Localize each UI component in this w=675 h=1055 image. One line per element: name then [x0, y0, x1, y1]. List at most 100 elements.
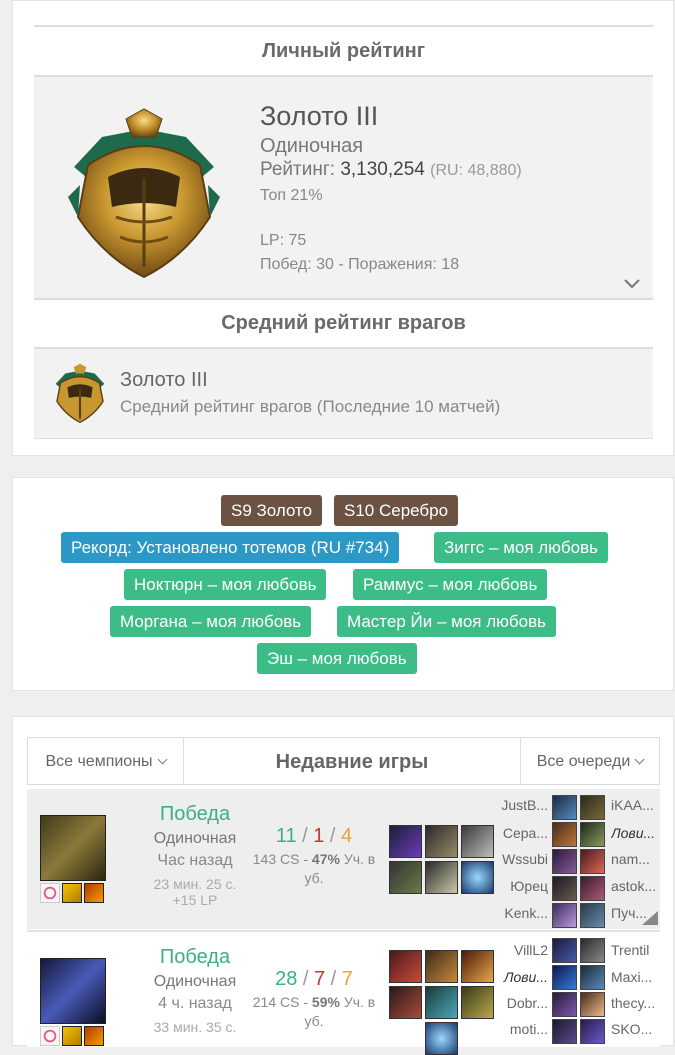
- item-icon: [461, 986, 494, 1019]
- player-champion-icon: [552, 795, 577, 820]
- kill-participation: 47%: [311, 851, 340, 867]
- kda-block: 11 / 1 / 4 143 CS - 47% Уч. в уб.: [249, 825, 379, 888]
- rank-lp: LP: 75: [260, 232, 307, 249]
- player-name[interactable]: moti...: [498, 1021, 548, 1037]
- divider: [34, 298, 653, 300]
- item-icon: [461, 825, 494, 858]
- player-name[interactable]: Сера...: [498, 825, 548, 841]
- item-icon: [425, 950, 458, 983]
- tag-badge: Рекорд: Установлено тотемов (RU #734): [61, 532, 400, 563]
- player-champion-icon: [580, 849, 605, 874]
- ranking-panel: Личный рейтинг Золото III Одиночная Рейт…: [12, 0, 674, 456]
- player-name[interactable]: JustB...: [498, 797, 548, 813]
- rank-queue: Одиночная: [260, 135, 364, 157]
- kills: 11: [275, 825, 297, 847]
- champion-portrait: [40, 815, 106, 881]
- kills: 28: [275, 968, 298, 990]
- enemies-subtitle: Средний рейтинг врагов (Последние 10 мат…: [120, 397, 501, 416]
- item-icon: [425, 986, 458, 1019]
- player-champion-icon: [552, 992, 577, 1017]
- game-row[interactable]: Победа Одиночная 4 ч. назад 33 мин. 35 с…: [27, 932, 660, 1055]
- spell-icon: [40, 1026, 60, 1046]
- player-name[interactable]: iKAA...: [611, 797, 659, 813]
- ward-item-icon: [425, 1022, 458, 1055]
- player-name[interactable]: SKO...: [611, 1021, 659, 1037]
- kill-participation: 59%: [311, 994, 340, 1010]
- chevron-down-icon: [157, 754, 167, 765]
- divider: [34, 438, 653, 439]
- player-name[interactable]: VillL2: [498, 942, 548, 958]
- player-champion-icon: [580, 795, 605, 820]
- player-name[interactable]: Dobr...: [498, 995, 548, 1011]
- recent-games-panel: Все чемпионы Недавние игры Все очереди П…: [12, 716, 674, 1055]
- tags-panel: S9 Золото S10 Серебро Рекорд: Установлен…: [12, 477, 674, 691]
- tag-badge: Моргана – моя любовь: [110, 606, 312, 637]
- player-champion-icon: [580, 876, 605, 901]
- player-champion-icon: [580, 903, 605, 928]
- tag-badge: S10 Серебро: [334, 495, 459, 526]
- flash-spell-icon: [62, 1026, 82, 1046]
- player-name-self[interactable]: Лови...: [611, 825, 659, 841]
- game-duration: 23 мин. 25 с.: [153, 876, 237, 892]
- player-champion-icon: [580, 822, 605, 847]
- tag-badge: S9 Золото: [221, 495, 323, 526]
- item-icon: [425, 861, 458, 894]
- player-name[interactable]: astok...: [611, 878, 659, 894]
- player-name-self[interactable]: Лови...: [498, 969, 548, 985]
- creep-score: 214 CS: [252, 994, 300, 1010]
- player-name[interactable]: Wssubi: [498, 851, 548, 867]
- player-name[interactable]: thecy...: [611, 995, 659, 1011]
- champion-filter-label: Все чемпионы: [45, 753, 153, 770]
- rating-value: 3,130,254: [340, 159, 425, 180]
- player-champion-icon: [552, 822, 577, 847]
- player-champion-icon: [580, 1019, 605, 1044]
- game-result-block: Победа Одиночная 4 ч. назад 33 мин. 35 с…: [145, 946, 245, 1035]
- queue-filter-dropdown[interactable]: Все очереди: [520, 737, 660, 785]
- game-time-ago: 4 ч. назад: [158, 995, 232, 1012]
- gold-rank-emblem-icon: [55, 363, 105, 423]
- game-result-block: Победа Одиночная Час назад 23 мин. 25 с.…: [145, 803, 245, 908]
- item-icon: [389, 986, 422, 1019]
- player-champion-icon: [552, 938, 577, 963]
- champion-filter-dropdown[interactable]: Все чемпионы: [27, 737, 184, 785]
- chevron-down-icon: [634, 754, 645, 765]
- ward-item-icon: [461, 861, 494, 894]
- game-row[interactable]: Победа Одиночная Час назад 23 мин. 25 с.…: [27, 789, 660, 929]
- rating-label: Рейтинг:: [260, 159, 336, 180]
- tag-badge: Ноктюрн – моя любовь: [124, 569, 327, 600]
- enemies-card: Золото III Средний рейтинг врагов (После…: [34, 349, 653, 438]
- tag-badge: Эш – моя любовь: [257, 643, 417, 674]
- rank-wins-losses: Побед: 30 - Поражения: 18: [260, 256, 460, 273]
- game-queue: Одиночная: [153, 830, 237, 847]
- player-name[interactable]: Trentil: [611, 942, 659, 958]
- cs-kp-line: 214 CS - 59% Уч. в уб.: [252, 994, 376, 1029]
- player-champion-icon: [552, 876, 577, 901]
- assists: 4: [341, 825, 353, 847]
- game-duration: 33 мин. 35 с.: [153, 1019, 237, 1035]
- assists: 7: [341, 968, 353, 990]
- player-champion-icon: [552, 1019, 577, 1044]
- kda-block: 28 / 7 / 7 214 CS - 59% Уч. в уб.: [249, 968, 379, 1031]
- player-champion-icon: [552, 849, 577, 874]
- game-result: Победа: [159, 946, 231, 968]
- enemies-title: Средний рейтинг врагов: [221, 312, 466, 334]
- ranking-card: Золото III Одиночная Рейтинг: 3,130,254 …: [34, 77, 653, 298]
- rank-tier: Золото III: [260, 101, 379, 131]
- player-name[interactable]: Kenk...: [498, 905, 548, 921]
- player-name[interactable]: Maxi...: [611, 969, 659, 985]
- recent-games-title: Недавние игры: [184, 737, 520, 785]
- player-name[interactable]: nam...: [611, 851, 659, 867]
- player-champion-icon: [580, 992, 605, 1017]
- game-lp-change: +15 LP: [172, 892, 218, 908]
- item-icon: [389, 825, 422, 858]
- cs-kp-line: 143 CS - 47% Уч. в уб.: [252, 851, 376, 886]
- game-result: Победа: [159, 803, 231, 825]
- rune-icon: [84, 883, 104, 903]
- expand-corner-icon[interactable]: [642, 911, 658, 925]
- player-champion-icon: [580, 938, 605, 963]
- chevron-down-icon[interactable]: [624, 279, 640, 289]
- player-champion-icon: [580, 965, 605, 990]
- deaths: 7: [314, 968, 326, 990]
- enemies-tier: Золото III: [120, 369, 208, 391]
- player-name[interactable]: Юрец: [498, 878, 548, 894]
